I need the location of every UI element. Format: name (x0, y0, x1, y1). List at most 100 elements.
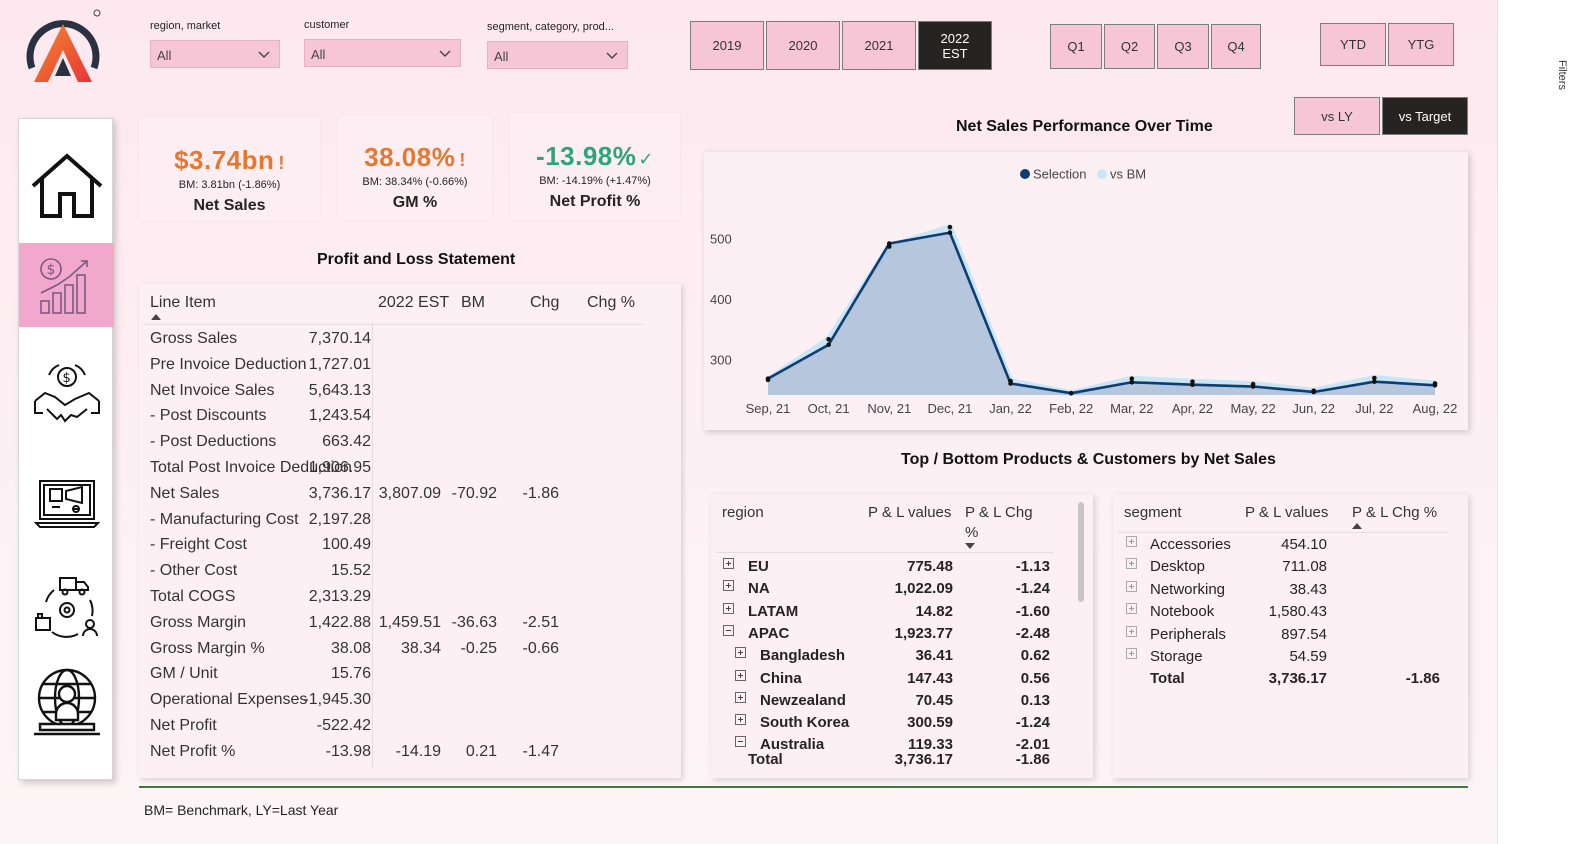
segment-row[interactable]: Storage 54.59 (1113, 648, 1443, 670)
expand-icon[interactable] (1126, 580, 1137, 592)
column-header-chg[interactable]: Chg (530, 294, 559, 312)
pl-row[interactable]: - Freight Cost 100.49 (139, 536, 659, 562)
quarter-button-q1[interactable]: Q1 (1050, 24, 1102, 69)
column-header-line-item[interactable]: Line Item (150, 294, 216, 312)
expand-icon[interactable] (1126, 536, 1137, 547)
expand-icon[interactable] (1126, 603, 1137, 615)
expand-icon[interactable] (1126, 558, 1137, 570)
pl-row[interactable]: - Post Discounts 1,243.54 (139, 407, 659, 433)
vs-ly-button[interactable]: vs LY (1294, 97, 1380, 135)
segment-row[interactable]: Peripherals 897.54 (1113, 625, 1443, 648)
segment-row[interactable]: Notebook 1,580.43 (1113, 603, 1443, 625)
expand-icon[interactable] (1126, 648, 1137, 659)
pl-row[interactable]: Pre Invoice Deduction 1,727.01 (139, 356, 659, 382)
column-header-region[interactable]: region (722, 504, 764, 521)
expand-icon[interactable] (723, 602, 734, 614)
expand-icon[interactable] (735, 669, 746, 681)
column-header-percent: % (965, 524, 979, 541)
pl-row[interactable]: Net Invoice Sales 5,643.13 (139, 382, 659, 408)
pl-row[interactable]: Gross Margin 1,422.88 1,459.51 -36.63 -2.51 (139, 614, 659, 640)
pl-row[interactable]: - Manufacturing Cost 2,197.28 (139, 511, 659, 537)
nav-marketing[interactable] (19, 459, 114, 543)
pl-row[interactable]: Net Profit % -13.98 -14.19 0.21 -1.47 (139, 743, 659, 769)
ytg-button[interactable]: YTG (1388, 23, 1454, 66)
collapse-icon[interactable] (735, 736, 746, 748)
pl-row[interactable]: Total COGS 2,313.29 (139, 588, 659, 614)
year-button-2022-est[interactable]: 2022 EST (918, 21, 992, 70)
data-point-vs-bm (826, 336, 831, 342)
pl-line-item: GM / Unit (150, 665, 218, 683)
segment-pl-value: 897.54 (1281, 625, 1327, 643)
segment-dropdown[interactable]: All (487, 41, 628, 69)
expand-icon[interactable] (1126, 625, 1137, 637)
region-row[interactable]: Bangladesh 36.41 0.62 (711, 647, 1056, 669)
column-header-pl-chg-percent[interactable]: P & L Chg % (1352, 504, 1437, 521)
pl-row[interactable]: - Other Cost 15.52 (139, 562, 659, 588)
region-row[interactable]: South Korea 300.59 -1.24 (711, 714, 1056, 736)
column-header-pl-chg[interactable]: P & L Chg (965, 504, 1033, 521)
column-header-bm[interactable]: BM (461, 294, 485, 312)
column-header-segment[interactable]: segment (1124, 504, 1182, 521)
pl-line-item: Net Profit (150, 717, 217, 734)
nav-executive[interactable] (19, 659, 114, 743)
expand-icon[interactable] (735, 691, 746, 703)
region-row[interactable]: NA 1,022.09 -1.24 (711, 580, 1056, 602)
pl-row[interactable]: Gross Sales 7,370.14 (139, 330, 659, 356)
nav-sales[interactable]: $ (19, 353, 114, 437)
expand-icon[interactable] (723, 580, 734, 592)
quarter-button-q2[interactable]: Q2 (1104, 24, 1155, 69)
column-header-chg-percent[interactable]: Chg % (587, 294, 635, 312)
chevron-down-icon (258, 51, 270, 58)
svg-text:$: $ (46, 262, 55, 278)
region-row[interactable]: APAC 1,923.77 -2.48 (711, 624, 1056, 647)
footer-note: BM= Benchmark, LY=Last Year (144, 802, 339, 818)
data-point-selection (1190, 382, 1195, 387)
region-market-dropdown[interactable]: All (150, 40, 280, 68)
expand-icon[interactable] (735, 647, 746, 659)
segment-row[interactable]: Accessories 454.10 (1113, 536, 1443, 558)
column-header-2022-est[interactable]: 2022 EST (378, 294, 449, 312)
collapse-icon[interactable] (723, 624, 734, 636)
region-row[interactable]: LATAM 14.82 -1.60 (711, 602, 1056, 625)
pl-row[interactable]: GM / Unit 15.76 (139, 665, 659, 691)
year-button-2019[interactable]: 2019 (690, 21, 764, 70)
quarter-button-q3[interactable]: Q3 (1157, 24, 1209, 69)
scrollbar-thumb[interactable] (1078, 502, 1084, 602)
nav-finance[interactable]: $ (19, 243, 114, 327)
pl-row[interactable]: - Post Deductions 663.42 (139, 433, 659, 459)
pl-line-item: - Post Deductions (150, 433, 277, 451)
column-header-pl-values[interactable]: P & L values (868, 504, 951, 521)
pl-row[interactable]: Net Profit -522.42 (139, 717, 659, 743)
header-divider (1118, 532, 1448, 533)
column-header-pl-values[interactable]: P & L values (1245, 504, 1328, 521)
nav-supply-chain[interactable] (19, 565, 114, 649)
vs-target-button[interactable]: vs Target (1382, 97, 1468, 135)
region-row[interactable]: China 147.43 0.56 (711, 669, 1056, 692)
expand-icon[interactable] (735, 714, 746, 726)
region-pl-chg: 0.56 (1020, 669, 1050, 687)
ytd-button[interactable]: YTD (1320, 23, 1386, 66)
pl-row[interactable]: Operational Expenses -1,945.30 (139, 691, 659, 717)
data-point-selection (1250, 384, 1256, 389)
quarter-button-q4[interactable]: Q4 (1211, 24, 1261, 69)
pl-row[interactable]: Total Post Invoice Deduction 1,906.95 (139, 459, 659, 485)
supply-chain-icon (34, 577, 98, 638)
x-tick-label: Apr, 22 (1172, 401, 1213, 416)
kpi-card-gm-percent: 38.08%! BM: 38.34% (-0.66%) GM % (338, 116, 492, 220)
year-button-2021[interactable]: 2021 (842, 21, 916, 70)
customer-dropdown[interactable]: All (304, 39, 461, 67)
pl-row[interactable]: Gross Margin % 38.08 38.34 -0.25 -0.66 (139, 640, 659, 666)
region-row[interactable]: EU 775.48 -1.13 (711, 558, 1056, 580)
pl-2022-est: 15.52 (330, 562, 371, 580)
segment-row[interactable]: Networking 38.43 (1113, 580, 1443, 603)
filters-pane-collapsed[interactable] (1497, 0, 1579, 844)
alert-icon: ! (459, 150, 466, 170)
segment-name: Accessories (1150, 536, 1231, 553)
year-button-2020[interactable]: 2020 (766, 21, 840, 70)
segment-row[interactable]: Desktop 711.08 (1113, 558, 1443, 580)
pl-2022-est: 7,370.14 (308, 330, 371, 347)
expand-icon[interactable] (723, 558, 734, 569)
pl-row[interactable]: Net Sales 3,736.17 3,807.09 -70.92 -1.86 (139, 485, 659, 511)
nav-home[interactable] (19, 143, 114, 227)
region-row[interactable]: Newzealand 70.45 0.13 (711, 691, 1056, 714)
